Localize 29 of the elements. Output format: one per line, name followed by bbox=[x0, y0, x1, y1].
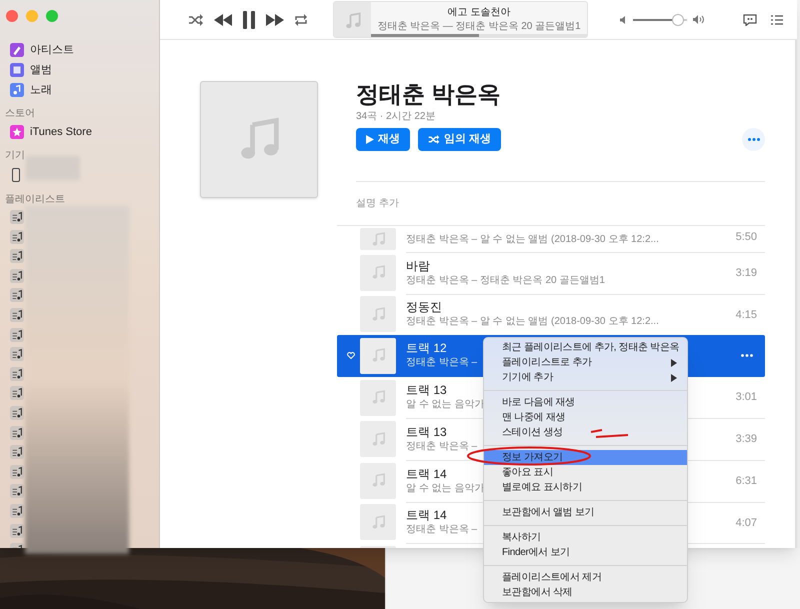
track-title: 트랙 12 bbox=[406, 341, 447, 356]
track-subtitle: 알 수 없는 음악가 bbox=[406, 398, 484, 412]
track-title: 트랙 14 bbox=[406, 508, 447, 524]
track-subtitle: 정태춘 박은옥 – bbox=[406, 356, 478, 370]
section-heading: 기기 bbox=[4, 149, 26, 163]
track-subtitle: 정태춘 박은옥 – bbox=[406, 523, 478, 538]
track-subtitle: 정태춘 박은옥 – 알 수 없는 앨범 (2018-09-30 오후 12:2... bbox=[406, 233, 659, 247]
track-duration: 3:39 bbox=[736, 432, 757, 448]
track-title: 바람 bbox=[406, 258, 430, 274]
album-info: 34곡 · 2시간 22분 bbox=[356, 110, 436, 124]
track-duration: 4:15 bbox=[736, 308, 757, 323]
song-subtitle: 정태춘 박은옥 — 정태춘 박은옥 20 골든앨범1 bbox=[377, 21, 581, 33]
track-title: 정동진 bbox=[406, 300, 442, 316]
track-duration: 3:01 bbox=[736, 390, 757, 406]
track-subtitle: 정태춘 박은옥 – bbox=[406, 440, 478, 454]
track-subtitle: 정태춘 박은옥 – 정태춘 박은옥 20 골든앨범1 bbox=[406, 274, 605, 288]
track-title: 트랙 13 bbox=[406, 425, 447, 440]
album-title: 정태춘 박은옥 bbox=[356, 80, 502, 108]
track-subtitle: 정태춘 박은옥 – 알 수 없는 앨범 (2018-09-30 오후 12:2... bbox=[406, 315, 659, 330]
track-subtitle: 알 수 없는 음악가 bbox=[406, 482, 484, 496]
track-duration: 6:31 bbox=[736, 474, 757, 490]
track-duration: 4:07 bbox=[736, 516, 757, 531]
track-duration: 3:19 bbox=[736, 266, 757, 282]
track-title: 트랙 13 bbox=[406, 383, 447, 398]
section-heading: 스토어 bbox=[4, 107, 36, 121]
track-title: 트랙 14 bbox=[406, 466, 447, 482]
track-duration: 5:50 bbox=[736, 230, 757, 245]
song-title: 에고 도솔천아 bbox=[448, 7, 510, 19]
section-heading: 플레이리스트 bbox=[4, 193, 66, 207]
